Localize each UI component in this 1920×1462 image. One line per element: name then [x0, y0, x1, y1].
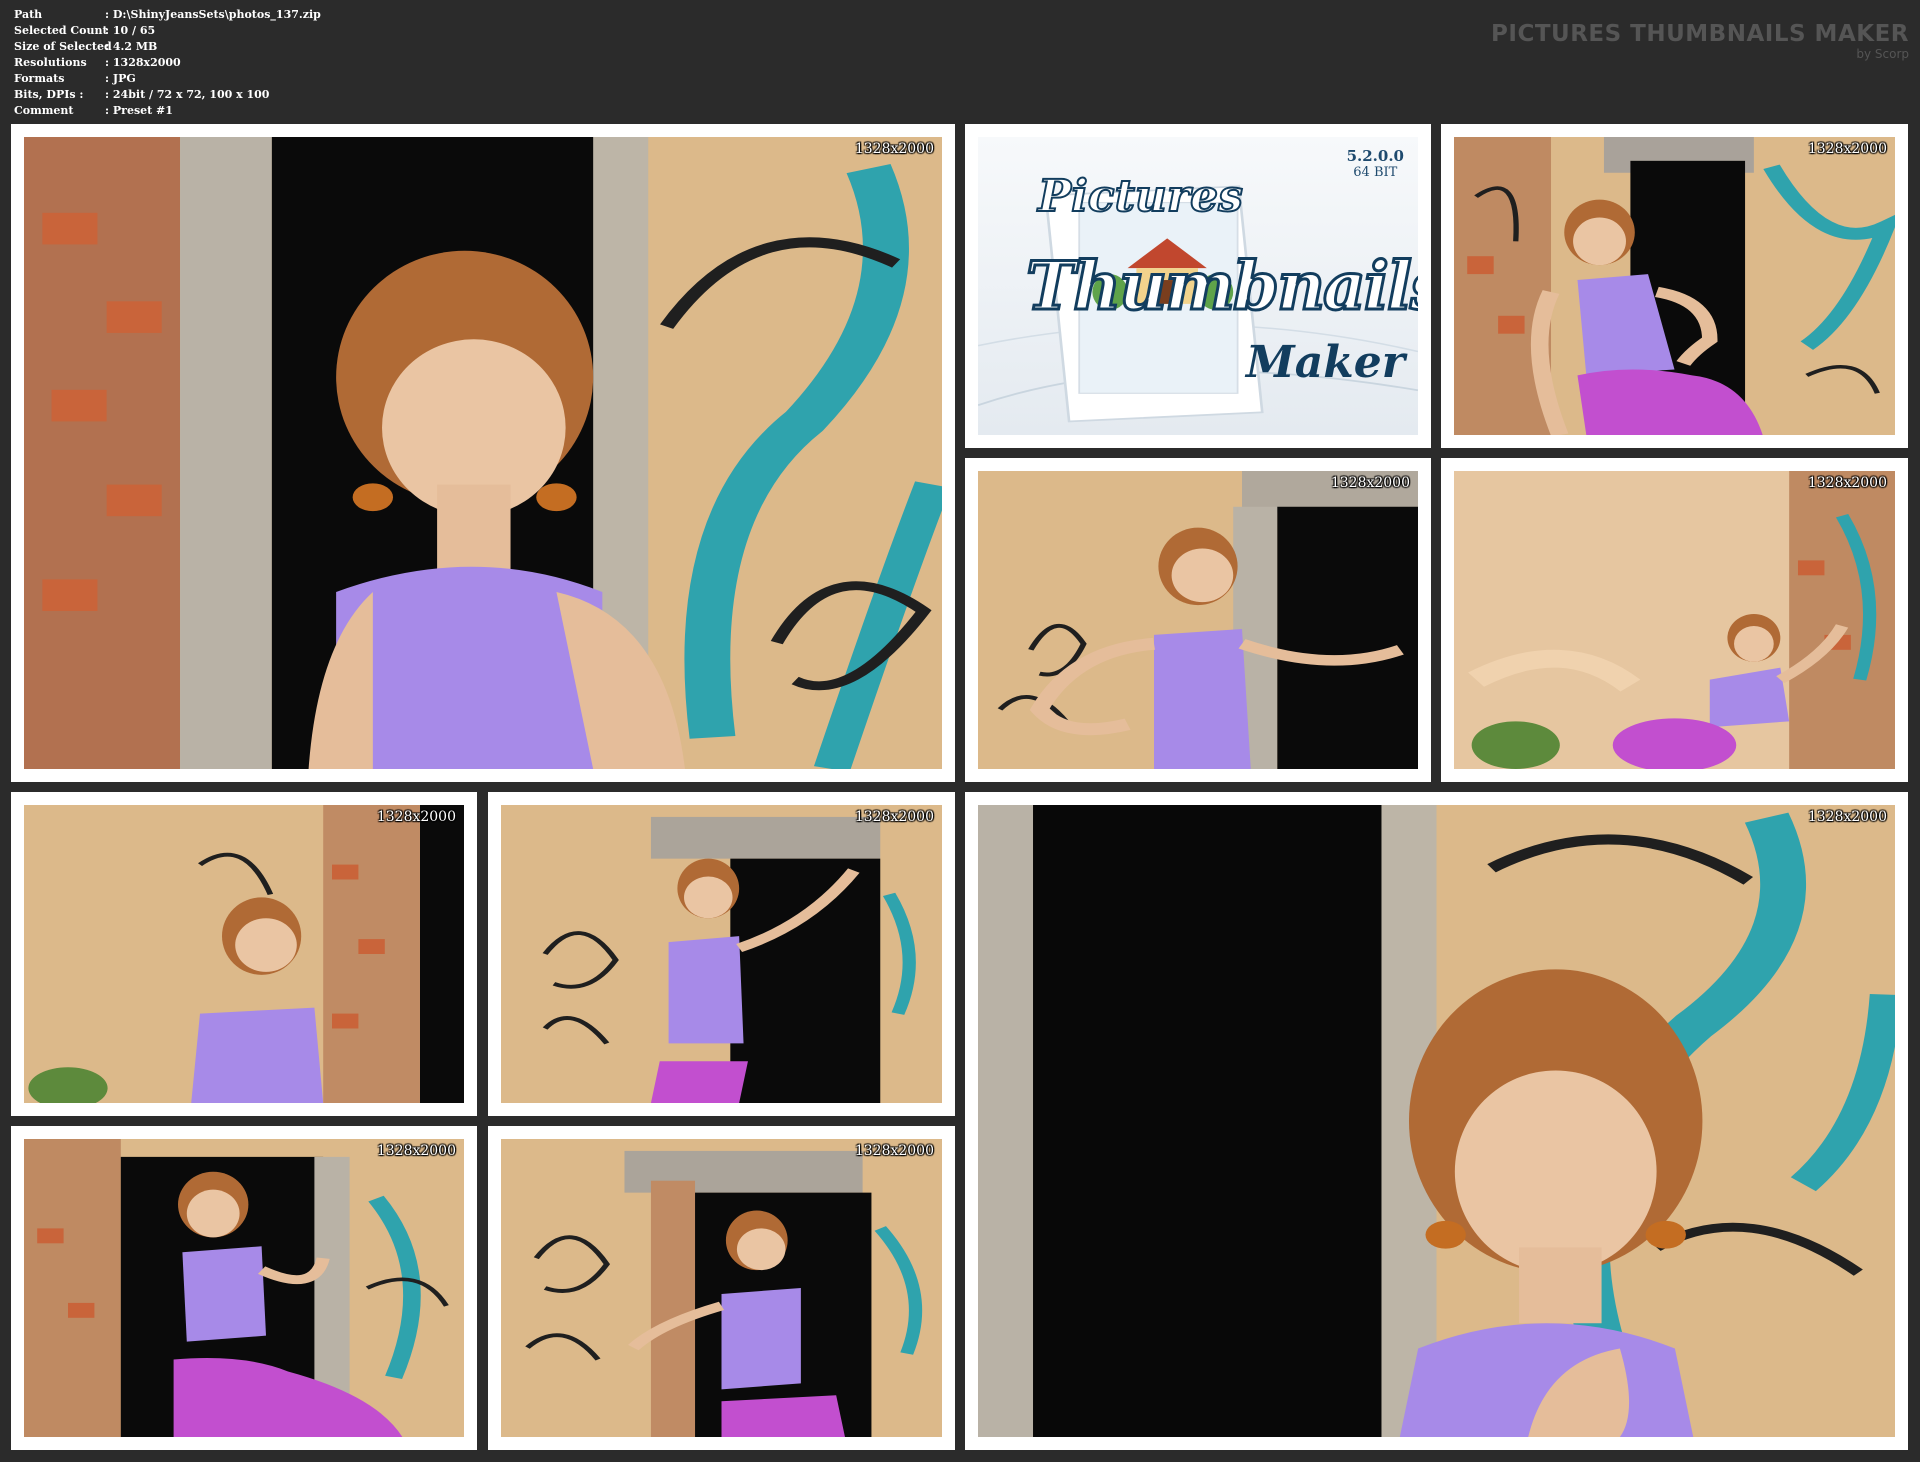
version-badge: 5.2.0.0 64 BIT — [1347, 147, 1404, 181]
resolution-label: 1328x2000 — [1807, 809, 1887, 825]
thumbnail-tile[interactable]: 1328x2000 — [11, 124, 955, 782]
info-value: 10 / 65 — [105, 24, 155, 37]
logo-word-pictures: Pictures — [1037, 170, 1244, 223]
thumbnail-image: 1328x2000 — [1454, 137, 1895, 435]
thumbnail-tile[interactable]: 1328x2000 — [488, 792, 955, 1116]
thumbnail-tile[interactable]: 1328x2000 — [11, 1126, 477, 1450]
resolution-label: 1328x2000 — [854, 1143, 934, 1159]
thumbnail-image: 1328x2000 — [1454, 471, 1895, 769]
info-value: 24bit / 72 x 72, 100 x 100 — [105, 88, 270, 101]
brand-title: PICTURES THUMBNAILS MAKER — [1491, 21, 1909, 47]
photo-illustration — [501, 1139, 942, 1437]
resolution-label: 1328x2000 — [854, 809, 934, 825]
app-brand: PICTURES THUMBNAILS MAKER by Scorp — [1491, 20, 1909, 60]
version-bitness: 64 BIT — [1353, 165, 1398, 180]
logo-word-maker: Maker — [1246, 337, 1405, 388]
thumbnail-tile[interactable]: 1328x2000 — [11, 792, 477, 1116]
photo-illustration — [978, 805, 1895, 1437]
thumbnail-tile[interactable]: 1328x2000 — [965, 792, 1908, 1450]
thumbnail-tile[interactable]: 1328x2000 — [965, 458, 1431, 782]
thumbnail-tile[interactable]: 1328x2000 — [1441, 458, 1908, 782]
photo-illustration — [24, 1139, 464, 1437]
info-key: Selected Count — [14, 24, 108, 37]
thumbnail-image: 1328x2000 — [24, 1139, 464, 1437]
thumbnail-image: 1328x2000 — [978, 471, 1418, 769]
info-key: Bits, DPIs : — [14, 88, 84, 101]
info-header: Path D:\ShinyJeansSets\photos_137.zip Se… — [0, 0, 1920, 120]
thumbnail-image: 1328x2000 — [501, 805, 942, 1103]
resolution-label: 1328x2000 — [376, 809, 456, 825]
info-key: Path — [14, 8, 43, 21]
info-key: Formats — [14, 72, 65, 85]
info-value: JPG — [105, 72, 136, 85]
app-logo-card: 5.2.0.0 64 BIT Pictures Thumbnails Maker — [978, 137, 1418, 435]
version-number: 5.2.0.0 — [1346, 147, 1404, 165]
thumbnail-image: 1328x2000 — [978, 805, 1895, 1437]
thumbnail-tile[interactable]: 1328x2000 — [1441, 124, 1908, 448]
thumbnail-image: 1328x2000 — [24, 137, 942, 769]
photo-illustration — [501, 805, 942, 1103]
resolution-label: 1328x2000 — [1807, 141, 1887, 157]
photo-illustration — [1454, 471, 1895, 769]
info-key: Size of Selected — [14, 40, 112, 53]
photo-illustration — [24, 137, 942, 769]
resolution-label: 1328x2000 — [854, 141, 934, 157]
photo-illustration — [978, 471, 1418, 769]
photo-illustration — [1454, 137, 1895, 435]
resolution-label: 1328x2000 — [1330, 475, 1410, 491]
info-key: Comment — [14, 104, 74, 117]
info-value: D:\ShinyJeansSets\photos_137.zip — [105, 8, 321, 21]
logo-tile: 5.2.0.0 64 BIT Pictures Thumbnails Maker — [965, 124, 1431, 448]
info-value: Preset #1 — [105, 104, 173, 117]
resolution-label: 1328x2000 — [376, 1143, 456, 1159]
resolution-label: 1328x2000 — [1807, 475, 1887, 491]
info-value: 4.2 MB — [105, 40, 157, 53]
thumbnail-image: 1328x2000 — [501, 1139, 942, 1437]
photo-illustration — [24, 805, 464, 1103]
thumbnail-image: 1328x2000 — [24, 805, 464, 1103]
info-key: Resolutions — [14, 56, 87, 69]
thumbnail-tile[interactable]: 1328x2000 — [488, 1126, 955, 1450]
brand-subtitle: by Scorp — [1856, 47, 1909, 61]
info-value: 1328x2000 — [105, 56, 181, 69]
logo-word-thumbnails: Thumbnails — [1024, 246, 1418, 327]
